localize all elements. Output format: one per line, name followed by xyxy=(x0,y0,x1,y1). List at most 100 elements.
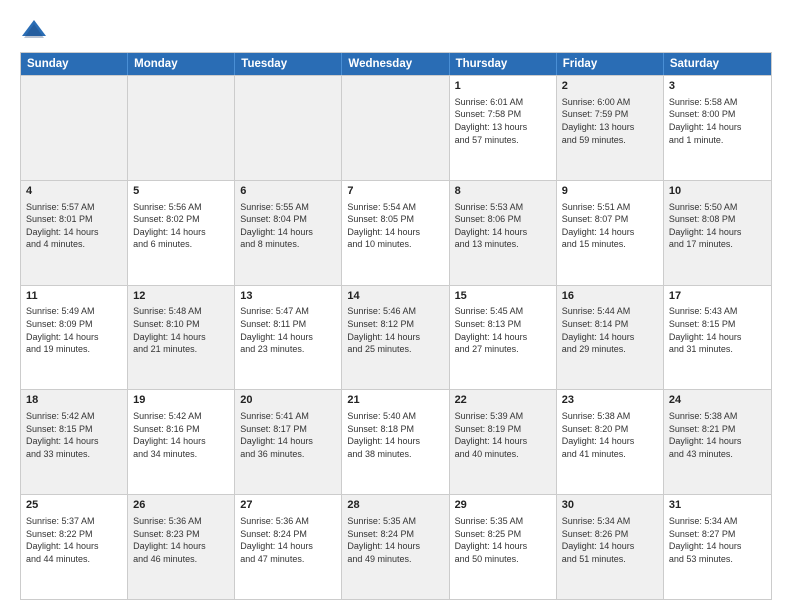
calendar-cell: 13Sunrise: 5:47 AM Sunset: 8:11 PM Dayli… xyxy=(235,286,342,390)
cell-info: Sunrise: 5:57 AM Sunset: 8:01 PM Dayligh… xyxy=(26,201,122,251)
calendar-cell: 27Sunrise: 5:36 AM Sunset: 8:24 PM Dayli… xyxy=(235,495,342,599)
calendar-cell: 25Sunrise: 5:37 AM Sunset: 8:22 PM Dayli… xyxy=(21,495,128,599)
cell-info: Sunrise: 5:43 AM Sunset: 8:15 PM Dayligh… xyxy=(669,305,766,355)
day-number: 9 xyxy=(562,184,658,199)
cell-info: Sunrise: 5:42 AM Sunset: 8:16 PM Dayligh… xyxy=(133,410,229,460)
cell-info: Sunrise: 5:56 AM Sunset: 8:02 PM Dayligh… xyxy=(133,201,229,251)
day-number: 13 xyxy=(240,289,336,304)
day-number: 19 xyxy=(133,393,229,408)
calendar-header: SundayMondayTuesdayWednesdayThursdayFrid… xyxy=(21,53,771,75)
cell-info: Sunrise: 5:58 AM Sunset: 8:00 PM Dayligh… xyxy=(669,96,766,146)
calendar-cell: 20 Sunrise: 5:41 AM Sunset: 8:17 PM Dayli… xyxy=(235,390,342,494)
cell-info: Sunrise: 5:38 AM Sunset: 8:21 PM Dayligh… xyxy=(669,410,766,460)
day-number: 12 xyxy=(133,289,229,304)
header-cell-thursday: Thursday xyxy=(450,53,557,75)
logo xyxy=(20,16,52,44)
day-number: 8 xyxy=(455,184,551,199)
day-number: 20 xyxy=(240,393,336,408)
calendar-row-2: 4Sunrise: 5:57 AM Sunset: 8:01 PM Daylig… xyxy=(21,180,771,285)
header-cell-monday: Monday xyxy=(128,53,235,75)
calendar-cell: 30 Sunrise: 5:34 AM Sunset: 8:26 PM Dayli… xyxy=(557,495,664,599)
calendar-cell: 12Sunrise: 5:48 AM Sunset: 8:10 PM Dayli… xyxy=(128,286,235,390)
day-number: 31 xyxy=(669,498,766,513)
calendar-cell: 7 Sunrise: 5:54 AM Sunset: 8:05 PM Daylig… xyxy=(342,181,449,285)
calendar-cell xyxy=(21,76,128,180)
calendar-cell: 31 Sunrise: 5:34 AM Sunset: 8:27 PM Dayli… xyxy=(664,495,771,599)
cell-info: Sunrise: 5:45 AM Sunset: 8:13 PM Dayligh… xyxy=(455,305,551,355)
cell-info: Sunrise: 5:35 AM Sunset: 8:25 PM Dayligh… xyxy=(455,515,551,565)
cell-info: Sunrise: 5:42 AM Sunset: 8:15 PM Dayligh… xyxy=(26,410,122,460)
day-number: 28 xyxy=(347,498,443,513)
calendar-cell: 26 Sunrise: 5:36 AM Sunset: 8:23 PM Dayli… xyxy=(128,495,235,599)
cell-info: Sunrise: 5:36 AM Sunset: 8:23 PM Dayligh… xyxy=(133,515,229,565)
header-cell-saturday: Saturday xyxy=(664,53,771,75)
calendar-cell: 15Sunrise: 5:45 AM Sunset: 8:13 PM Dayli… xyxy=(450,286,557,390)
day-number: 16 xyxy=(562,289,658,304)
day-number: 2 xyxy=(562,79,658,94)
calendar-cell: 1Sunrise: 6:01 AM Sunset: 7:58 PM Daylig… xyxy=(450,76,557,180)
calendar-cell xyxy=(235,76,342,180)
day-number: 26 xyxy=(133,498,229,513)
day-number: 21 xyxy=(347,393,443,408)
cell-info: Sunrise: 5:44 AM Sunset: 8:14 PM Dayligh… xyxy=(562,305,658,355)
calendar-cell xyxy=(342,76,449,180)
cell-info: Sunrise: 5:34 AM Sunset: 8:26 PM Dayligh… xyxy=(562,515,658,565)
day-number: 14 xyxy=(347,289,443,304)
cell-info: Sunrise: 5:53 AM Sunset: 8:06 PM Dayligh… xyxy=(455,201,551,251)
page: SundayMondayTuesdayWednesdayThursdayFrid… xyxy=(0,0,792,612)
cell-info: Sunrise: 5:49 AM Sunset: 8:09 PM Dayligh… xyxy=(26,305,122,355)
day-number: 3 xyxy=(669,79,766,94)
cell-info: Sunrise: 5:35 AM Sunset: 8:24 PM Dayligh… xyxy=(347,515,443,565)
cell-info: Sunrise: 5:38 AM Sunset: 8:20 PM Dayligh… xyxy=(562,410,658,460)
calendar-cell: 18 Sunrise: 5:42 AM Sunset: 8:15 PM Dayli… xyxy=(21,390,128,494)
calendar-cell: 28 Sunrise: 5:35 AM Sunset: 8:24 PM Dayli… xyxy=(342,495,449,599)
day-number: 7 xyxy=(347,184,443,199)
cell-info: Sunrise: 5:39 AM Sunset: 8:19 PM Dayligh… xyxy=(455,410,551,460)
day-number: 29 xyxy=(455,498,551,513)
day-number: 6 xyxy=(240,184,336,199)
calendar-row-1: 1Sunrise: 6:01 AM Sunset: 7:58 PM Daylig… xyxy=(21,75,771,180)
day-number: 25 xyxy=(26,498,122,513)
cell-info: Sunrise: 5:34 AM Sunset: 8:27 PM Dayligh… xyxy=(669,515,766,565)
calendar-cell: 19 Sunrise: 5:42 AM Sunset: 8:16 PM Dayli… xyxy=(128,390,235,494)
header-cell-sunday: Sunday xyxy=(21,53,128,75)
calendar-row-3: 11Sunrise: 5:49 AM Sunset: 8:09 PM Dayli… xyxy=(21,285,771,390)
logo-icon xyxy=(20,16,48,44)
calendar-row-5: 25Sunrise: 5:37 AM Sunset: 8:22 PM Dayli… xyxy=(21,494,771,599)
cell-info: Sunrise: 5:48 AM Sunset: 8:10 PM Dayligh… xyxy=(133,305,229,355)
day-number: 30 xyxy=(562,498,658,513)
cell-info: Sunrise: 5:41 AM Sunset: 8:17 PM Dayligh… xyxy=(240,410,336,460)
calendar-cell: 16Sunrise: 5:44 AM Sunset: 8:14 PM Dayli… xyxy=(557,286,664,390)
calendar-cell: 21 Sunrise: 5:40 AM Sunset: 8:18 PM Dayli… xyxy=(342,390,449,494)
day-number: 11 xyxy=(26,289,122,304)
cell-info: Sunrise: 5:46 AM Sunset: 8:12 PM Dayligh… xyxy=(347,305,443,355)
calendar-cell: 6 Sunrise: 5:55 AM Sunset: 8:04 PM Daylig… xyxy=(235,181,342,285)
calendar-cell: 24Sunrise: 5:38 AM Sunset: 8:21 PM Dayli… xyxy=(664,390,771,494)
calendar-cell: 2Sunrise: 6:00 AM Sunset: 7:59 PM Daylig… xyxy=(557,76,664,180)
header-cell-friday: Friday xyxy=(557,53,664,75)
calendar-row-4: 18 Sunrise: 5:42 AM Sunset: 8:15 PM Dayli… xyxy=(21,389,771,494)
calendar-cell: 17Sunrise: 5:43 AM Sunset: 8:15 PM Dayli… xyxy=(664,286,771,390)
calendar-cell: 14Sunrise: 5:46 AM Sunset: 8:12 PM Dayli… xyxy=(342,286,449,390)
cell-info: Sunrise: 5:47 AM Sunset: 8:11 PM Dayligh… xyxy=(240,305,336,355)
calendar-cell: 3 Sunrise: 5:58 AM Sunset: 8:00 PM Daylig… xyxy=(664,76,771,180)
day-number: 10 xyxy=(669,184,766,199)
cell-info: Sunrise: 5:40 AM Sunset: 8:18 PM Dayligh… xyxy=(347,410,443,460)
day-number: 5 xyxy=(133,184,229,199)
day-number: 22 xyxy=(455,393,551,408)
cell-info: Sunrise: 5:54 AM Sunset: 8:05 PM Dayligh… xyxy=(347,201,443,251)
cell-info: Sunrise: 5:55 AM Sunset: 8:04 PM Dayligh… xyxy=(240,201,336,251)
calendar-cell: 9 Sunrise: 5:51 AM Sunset: 8:07 PM Daylig… xyxy=(557,181,664,285)
calendar-cell: 22 Sunrise: 5:39 AM Sunset: 8:19 PM Dayli… xyxy=(450,390,557,494)
cell-info: Sunrise: 5:50 AM Sunset: 8:08 PM Dayligh… xyxy=(669,201,766,251)
day-number: 1 xyxy=(455,79,551,94)
calendar-cell: 5 Sunrise: 5:56 AM Sunset: 8:02 PM Daylig… xyxy=(128,181,235,285)
calendar-cell: 11Sunrise: 5:49 AM Sunset: 8:09 PM Dayli… xyxy=(21,286,128,390)
cell-info: Sunrise: 5:51 AM Sunset: 8:07 PM Dayligh… xyxy=(562,201,658,251)
calendar-cell: 10 Sunrise: 5:50 AM Sunset: 8:08 PM Dayli… xyxy=(664,181,771,285)
cell-info: Sunrise: 5:36 AM Sunset: 8:24 PM Dayligh… xyxy=(240,515,336,565)
calendar-cell: 29 Sunrise: 5:35 AM Sunset: 8:25 PM Dayli… xyxy=(450,495,557,599)
calendar-cell: 4Sunrise: 5:57 AM Sunset: 8:01 PM Daylig… xyxy=(21,181,128,285)
calendar-cell: 8 Sunrise: 5:53 AM Sunset: 8:06 PM Daylig… xyxy=(450,181,557,285)
day-number: 18 xyxy=(26,393,122,408)
